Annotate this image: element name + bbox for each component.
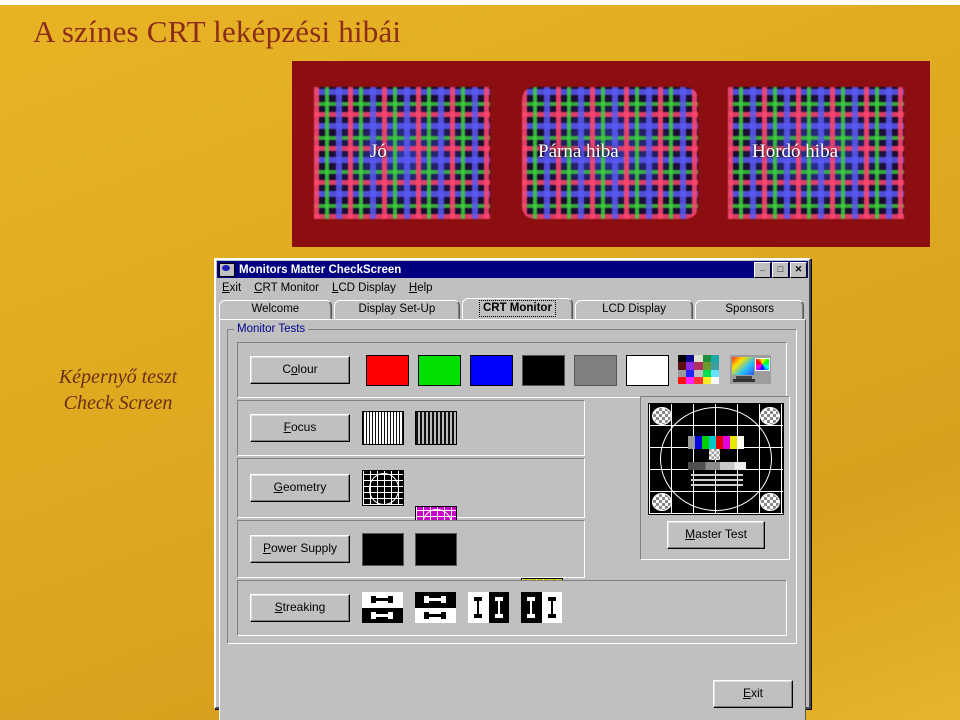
colour-swatch-red[interactable] [366, 355, 409, 386]
minimize-button[interactable]: _ [754, 261, 771, 278]
focus-test-row: Focus [237, 400, 585, 456]
colour-test-button[interactable]: Colour [250, 356, 350, 384]
colour-swatch-green[interactable] [418, 355, 461, 386]
geometry-test-row: Geometry [237, 458, 585, 614]
menu-item-help[interactable]: Help [409, 282, 433, 294]
colour-swatch-gradient-monitor[interactable] [730, 355, 771, 384]
crt-sample-good [314, 87, 490, 219]
close-button[interactable]: ✕ [790, 261, 807, 278]
colour-swatch-white[interactable] [626, 355, 669, 386]
tab-welcome[interactable]: Welcome [219, 300, 332, 319]
tab-strip: Welcome Display Set-Up CRT Monitor LCD D… [216, 298, 809, 319]
power-supply-thumb-2[interactable] [415, 533, 457, 566]
window-titlebar: Monitors Matter CheckScreen _ □ ✕ [217, 261, 808, 278]
power-supply-test-row: Power Supply [237, 520, 585, 578]
maximize-button[interactable]: □ [772, 261, 789, 278]
master-test-image[interactable] [648, 403, 784, 515]
tab-crt-monitor[interactable]: CRT Monitor [462, 298, 573, 319]
power-supply-thumb-1[interactable] [362, 533, 404, 566]
checkscreen-window: Monitors Matter CheckScreen _ □ ✕ EExitx… [214, 258, 811, 720]
tab-sponsors[interactable]: Sponsors [695, 300, 805, 319]
focus-test-button[interactable]: Focus [250, 414, 350, 442]
tab-display-setup[interactable]: Display Set-Up [333, 300, 461, 319]
slide-canvas: A színes CRT leképzési hibái Képernyő te… [0, 0, 960, 720]
streaking-test-button[interactable]: Streaking [250, 594, 350, 622]
master-test-button[interactable]: Master Test [667, 521, 765, 549]
crt-label-pincushion: Párna hiba [538, 141, 619, 162]
geometry-thumb-black[interactable] [362, 470, 404, 506]
tab-lcd-display[interactable]: LCD Display [574, 300, 694, 319]
streaking-thumb-i-white-black[interactable] [468, 592, 509, 623]
colour-swatch-blue[interactable] [470, 355, 513, 386]
window-title: Monitors Matter CheckScreen [239, 263, 402, 276]
master-test-panel: Master Test [640, 396, 790, 560]
tab-crt-monitor-label: CRT Monitor [478, 300, 556, 317]
menu-item-crt-monitor[interactable]: CRT Monitor [254, 282, 319, 294]
monitor-tests-label: Monitor Tests [234, 323, 309, 335]
colour-swatch-palette[interactable] [678, 355, 719, 384]
crt-distortion-photo-strip: Jó Párna hiba Hordó hiba [292, 61, 930, 247]
menu-item-exit[interactable]: EExitxit [222, 282, 241, 294]
streaking-test-row: Streaking [237, 580, 787, 636]
crt-label-barrel: Hordó hiba [752, 141, 839, 162]
top-white-strip [0, 0, 960, 5]
streaking-thumb-h-white-black[interactable] [362, 592, 403, 623]
tab-page-crt-monitor: Monitor Tests Colour Focus Geometry Powe… [219, 319, 806, 720]
colour-test-row: Colour [237, 342, 787, 398]
monitor-icon [219, 262, 235, 277]
menu-bar: EExitxit CRT Monitor LCD Display Help [216, 279, 809, 298]
page-title: A színes CRT leképzési hibái [33, 14, 402, 49]
streaking-thumb-h-black-white[interactable] [415, 592, 456, 623]
power-supply-test-button[interactable]: Power Supply [250, 535, 350, 563]
streaking-thumb-i-black-white[interactable] [521, 592, 562, 623]
caption-line-english: Check Screen [63, 392, 173, 415]
colour-swatch-black[interactable] [522, 355, 565, 386]
menu-item-lcd-display[interactable]: LCD Display [332, 282, 396, 294]
monitor-tests-group: Monitor Tests Colour Focus Geometry Powe… [227, 323, 797, 644]
colour-swatch-grey[interactable] [574, 355, 617, 386]
exit-button[interactable]: Exit [713, 680, 793, 708]
crt-label-good: Jó [370, 141, 387, 162]
geometry-test-button[interactable]: Geometry [250, 474, 350, 502]
focus-thumb-coarse-grid[interactable] [415, 411, 457, 445]
screen-test-caption: Képernyő teszt Check Screen [28, 364, 208, 417]
focus-thumb-fine-grid[interactable] [362, 411, 404, 445]
caption-line-hungarian: Képernyő teszt [58, 366, 178, 388]
